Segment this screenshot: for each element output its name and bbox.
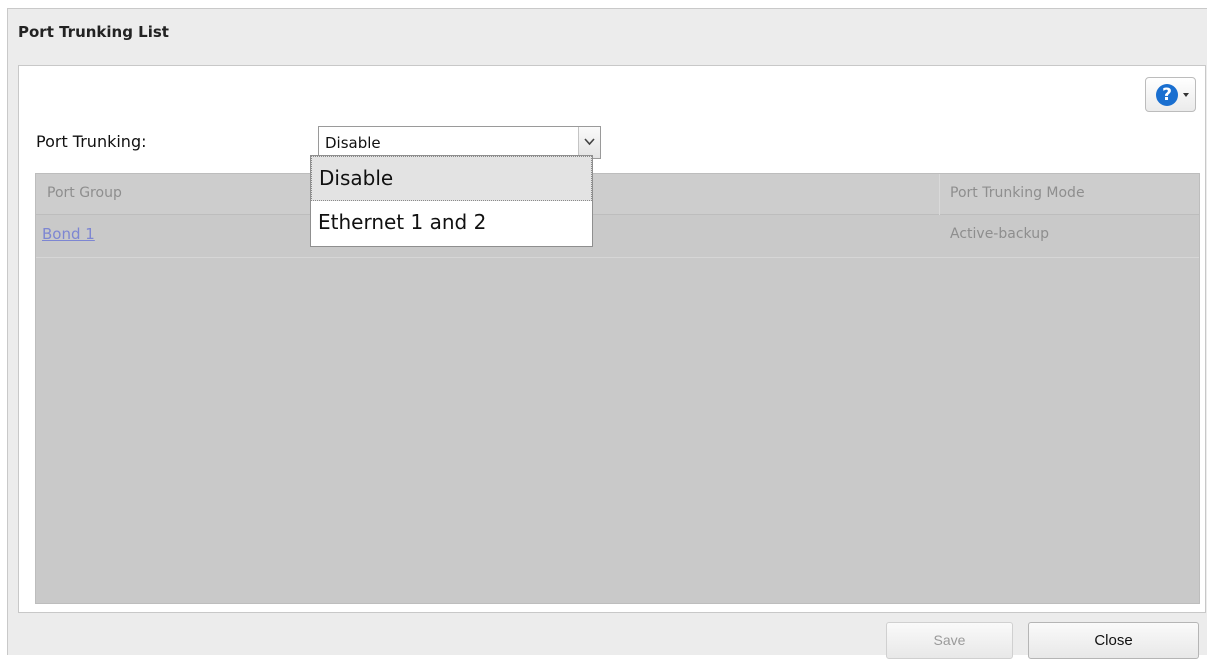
port-trunking-selected-value: Disable	[325, 134, 381, 152]
dialog: Port Trunking List ? Port Trunking: Disa…	[7, 8, 1207, 659]
dialog-content: ? Port Trunking: Disable Port Group Port…	[18, 65, 1206, 613]
close-button[interactable]: Close	[1028, 622, 1199, 659]
caret-down-icon	[1183, 93, 1189, 97]
port-trunking-dropdown-list[interactable]: Disable Ethernet 1 and 2	[310, 155, 593, 247]
chevron-down-icon	[584, 138, 595, 146]
port-trunking-mode-cell: Active-backup	[950, 226, 1049, 242]
dropdown-option-disable[interactable]: Disable	[311, 156, 592, 201]
help-button[interactable]: ?	[1145, 77, 1196, 112]
column-header-port-group[interactable]: Port Group	[47, 185, 122, 201]
column-header-port-trunking-mode[interactable]: Port Trunking Mode	[950, 185, 1085, 201]
column-divider[interactable]	[939, 174, 940, 215]
dropdown-option-ethernet-1-and-2[interactable]: Ethernet 1 and 2	[311, 201, 592, 246]
dropdown-arrow[interactable]	[578, 127, 600, 158]
port-trunking-label: Port Trunking:	[36, 132, 147, 151]
table-header: Port Group Port Trunking Mode	[36, 174, 1199, 215]
table-row[interactable]: Bond 1 Active-backup	[36, 215, 1199, 258]
dialog-title: Port Trunking List	[18, 23, 169, 41]
port-group-link[interactable]: Bond 1	[42, 225, 95, 243]
save-button[interactable]: Save	[886, 622, 1013, 659]
help-icon: ?	[1156, 84, 1178, 106]
port-group-table: Port Group Port Trunking Mode Bond 1 Act…	[35, 173, 1200, 604]
